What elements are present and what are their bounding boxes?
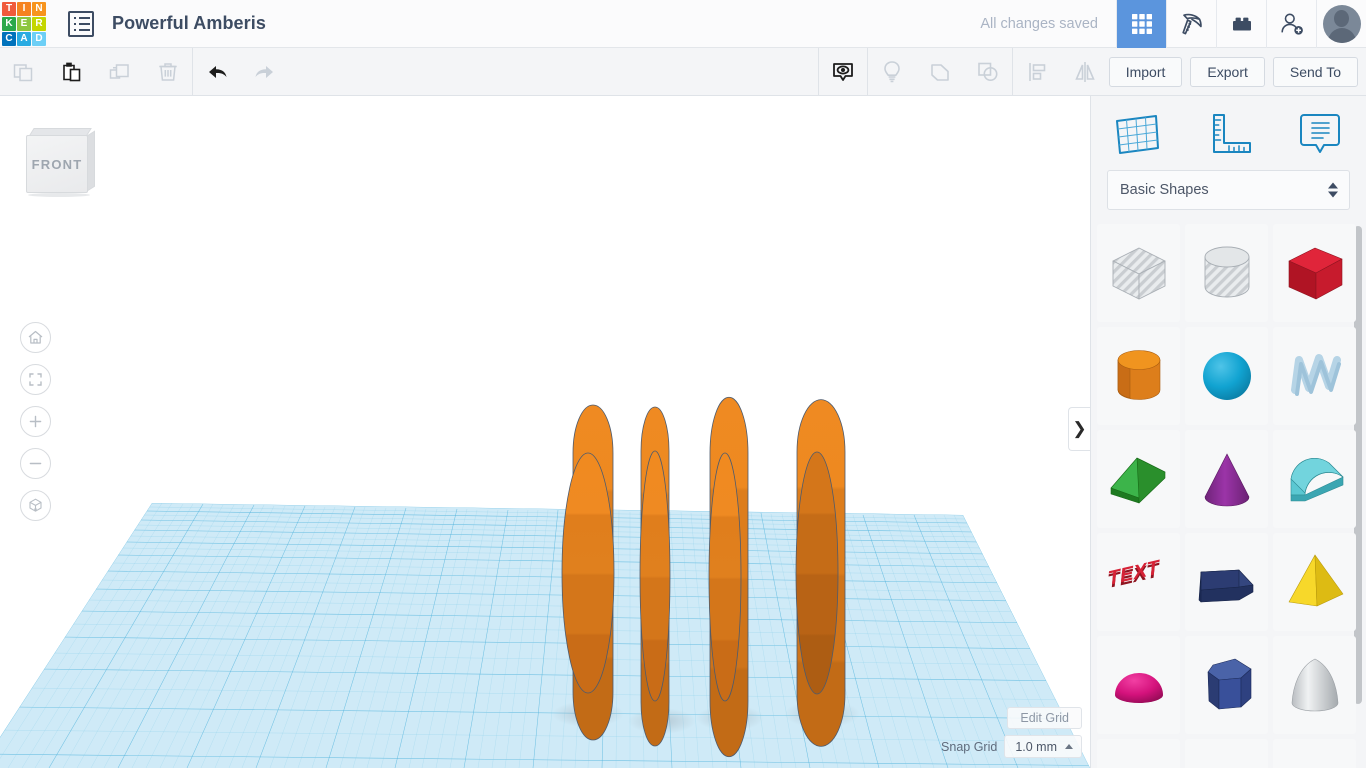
lightbulb-icon[interactable] [868, 48, 916, 95]
orange-disc-3[interactable] [708, 396, 749, 758]
lego-brick-icon[interactable] [1216, 0, 1266, 48]
shape-pyramid-yellow[interactable] [1273, 533, 1356, 631]
3d-canvas[interactable]: FRONT ❯ Edit Grid Snap Grid 1.0 mm [0, 96, 1090, 768]
shape-paraboloid-gray[interactable] [1273, 636, 1356, 734]
snap-grid-row: Snap Grid 1.0 mm [941, 735, 1082, 758]
shape-sphere-blue[interactable] [1185, 327, 1268, 425]
delete-icon[interactable] [144, 48, 192, 95]
group-icon[interactable] [916, 48, 964, 95]
spinner-arrows-icon [1328, 182, 1338, 198]
snap-grid-label: Snap Grid [941, 739, 998, 754]
snap-grid-value: 1.0 mm [1015, 739, 1057, 754]
notes-icon[interactable] [1274, 96, 1366, 170]
view-cube-front-face[interactable]: FRONT [26, 135, 88, 193]
workplane-icon[interactable] [1091, 96, 1183, 170]
avatar-image [1322, 4, 1361, 43]
avatar[interactable] [1316, 0, 1366, 48]
edit-toolbar: Import Export Send To [0, 48, 1366, 96]
panel-tab-bar [1091, 96, 1366, 170]
view-cube-side-face[interactable] [87, 130, 95, 192]
orange-disc-2[interactable] [639, 406, 671, 747]
shape-hexprism-blue[interactable] [1185, 636, 1268, 734]
document-list-icon[interactable] [68, 10, 94, 37]
top-bar: T I N K E R C A D Powerful Amberis All c… [0, 0, 1366, 48]
logo-tile-r: R [32, 16, 46, 31]
logo-tile-n: N [32, 1, 46, 16]
add-person-icon[interactable] [1266, 0, 1316, 48]
shape-row6-a[interactable] [1097, 739, 1180, 768]
pickaxe-icon[interactable] [1166, 0, 1216, 48]
edit-grid-button[interactable]: Edit Grid [1007, 707, 1082, 729]
undo-icon[interactable] [193, 48, 241, 95]
shape-cone-purple[interactable] [1185, 430, 1268, 528]
shape-row6-c[interactable] [1273, 739, 1356, 768]
align-icon[interactable] [1013, 48, 1061, 95]
grid-controls: Edit Grid Snap Grid 1.0 mm [941, 707, 1082, 758]
fit-to-view-icon[interactable] [20, 364, 51, 395]
shape-box-hole[interactable] [1097, 224, 1180, 322]
navigation-controls [20, 322, 51, 521]
mirror-icon[interactable] [1061, 48, 1109, 95]
page-title: Powerful Amberis [112, 13, 266, 33]
snap-grid-dropdown[interactable]: 1.0 mm [1004, 735, 1082, 758]
zoom-out-icon[interactable] [20, 448, 51, 479]
grid-gallery-icon[interactable] [1116, 0, 1166, 48]
shape-category-value: Basic Shapes [1120, 182, 1209, 198]
caret-up-icon [1065, 744, 1073, 749]
send-to-button[interactable]: Send To [1272, 56, 1358, 87]
shape-row6-b[interactable] [1185, 739, 1268, 768]
perspective-toggle-icon[interactable] [20, 490, 51, 521]
shape-category-select[interactable]: Basic Shapes [1107, 170, 1350, 210]
home-view-icon[interactable] [20, 322, 51, 353]
shape-box-red[interactable] [1273, 224, 1356, 322]
shape-cylinder-orange[interactable] [1097, 327, 1180, 425]
zoom-in-icon[interactable] [20, 406, 51, 437]
logo-tile-i: I [17, 1, 31, 16]
orange-disc-4[interactable] [795, 399, 846, 747]
panel-collapse-handle[interactable]: ❯ [1068, 407, 1090, 451]
duplicate-icon[interactable] [96, 48, 144, 95]
shapes-panel: Basic Shapes TEXT TEXT [1090, 96, 1366, 768]
save-status: All changes saved [980, 15, 1098, 32]
shape-roof-green[interactable] [1097, 430, 1180, 528]
view-cube[interactable]: FRONT [24, 127, 95, 197]
paste-icon[interactable] [48, 48, 96, 95]
logo-tile-c: C [2, 31, 16, 46]
logo-tile-e: E [17, 16, 31, 31]
shape-category-wrap: Basic Shapes [1091, 170, 1366, 224]
export-button[interactable]: Export [1190, 56, 1265, 87]
redo-icon[interactable] [241, 48, 289, 95]
copy-icon[interactable] [0, 48, 48, 95]
logo-tile-t: T [2, 1, 16, 16]
shape-halfsphere-pink[interactable] [1097, 636, 1180, 734]
workplane-3d-scene[interactable] [0, 96, 1090, 768]
shape-polygon-navy[interactable] [1185, 533, 1268, 631]
shapes-grid: TEXT TEXT [1093, 224, 1366, 768]
ungroup-icon[interactable] [964, 48, 1012, 95]
logo-tile-a: A [17, 31, 31, 46]
view-cube-shadow [28, 193, 90, 197]
logo-tile-d: D [32, 31, 46, 46]
tinkercad-logo[interactable]: T I N K E R C A D [2, 1, 46, 46]
shape-text-red[interactable]: TEXT TEXT [1097, 533, 1180, 631]
ruler-icon[interactable] [1183, 96, 1275, 170]
shape-halfcylinder-teal[interactable] [1273, 430, 1356, 528]
shapes-scroll-area[interactable]: TEXT TEXT [1091, 224, 1366, 768]
shape-cylinder-hole[interactable] [1185, 224, 1268, 322]
logo-tile-k: K [2, 16, 16, 31]
shape-scribble[interactable] [1273, 327, 1356, 425]
view-cube-label: FRONT [31, 156, 83, 172]
show-hide-eye-icon[interactable] [819, 48, 867, 95]
import-button[interactable]: Import [1108, 56, 1183, 87]
